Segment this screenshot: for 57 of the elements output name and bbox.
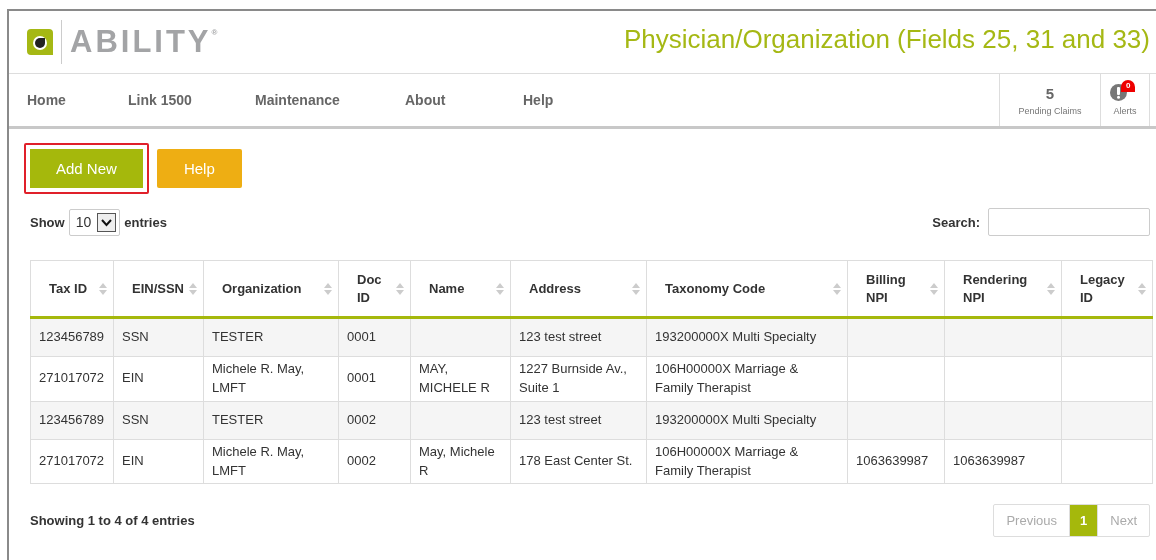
- sort-icon: [396, 281, 404, 296]
- table-cell: 1227 Burnside Av., Suite 1: [519, 361, 627, 395]
- entries-select[interactable]: 10: [68, 208, 121, 236]
- nav-link[interactable]: Help: [523, 88, 583, 112]
- sort-icon: [496, 281, 504, 296]
- table-cell: May, Michele R: [419, 443, 495, 478]
- table-cell: Michele R. May, LMFT: [212, 361, 305, 395]
- table-cell: MAY, MICHELE R: [419, 361, 490, 395]
- table-cell: 0002: [347, 411, 376, 427]
- table-cell: 1063639987: [856, 453, 929, 469]
- alerts-label: Alerts: [1113, 106, 1137, 116]
- table-cell: 123 test street: [519, 329, 602, 345]
- nav-link[interactable]: Link 1500: [128, 88, 255, 112]
- show-label: Show: [30, 214, 65, 230]
- nav-link[interactable]: Home: [27, 88, 128, 112]
- nav-link[interactable]: About: [405, 88, 523, 112]
- table-cell: 106H00000X Marriage & Family Therapist: [655, 361, 799, 395]
- dropdown-icon: [97, 212, 117, 232]
- alert-count-badge: 0: [1121, 80, 1136, 92]
- table-cell: TESTER: [212, 329, 264, 345]
- sort-icon: [833, 281, 841, 296]
- table-cell: 0002: [347, 453, 376, 469]
- page-title: Physician/Organization (Fields 25, 31 and 33): [623, 23, 1150, 55]
- sort-icon: [324, 281, 332, 296]
- search-label: Search:: [932, 214, 980, 230]
- table-cell: 193200000X Multi Specialty: [655, 411, 817, 427]
- table-cell: 271017072: [39, 453, 105, 469]
- table-cell: 0001: [347, 329, 376, 345]
- table-info: Showing 1 to 4 of 4 entries: [30, 513, 195, 529]
- table-cell: 1063639987: [953, 453, 1026, 469]
- table-cell: 123 test street: [519, 411, 602, 427]
- table-cell: EIN: [122, 453, 144, 469]
- table-cell: SSN: [122, 411, 149, 427]
- sort-icon: [930, 281, 938, 296]
- table-cell: 123456789: [39, 411, 105, 427]
- pending-label: Pending Claims: [1018, 105, 1082, 116]
- table-cell: SSN: [122, 329, 149, 345]
- table-cell: 106H00000X Marriage & Family Therapist: [655, 443, 799, 478]
- entries-label: entries: [124, 214, 167, 230]
- table-cell: 178 East Center St.: [519, 453, 633, 469]
- logo-text: ABILITY$^{®}$: [70, 24, 218, 60]
- table-cell: TESTER: [212, 411, 264, 427]
- table-cell: 193200000X Multi Specialty: [655, 329, 817, 345]
- sort-icon: [1047, 281, 1055, 296]
- pending-count: 5: [1045, 84, 1055, 102]
- table-cell: 123456789: [39, 329, 105, 345]
- table-cell: 0001: [347, 370, 376, 386]
- table-cell: Michele R. May, LMFT: [212, 443, 305, 478]
- sort-icon: [99, 281, 107, 296]
- search-field[interactable]: [988, 208, 1150, 236]
- sort-icon: [1138, 281, 1146, 296]
- logo-icon: [27, 29, 53, 55]
- table-cell: 271017072: [39, 370, 105, 386]
- sort-icon: [189, 281, 197, 296]
- nav-link[interactable]: Maintenance: [255, 88, 405, 112]
- sort-icon: [632, 281, 640, 296]
- table-cell: EIN: [122, 370, 144, 386]
